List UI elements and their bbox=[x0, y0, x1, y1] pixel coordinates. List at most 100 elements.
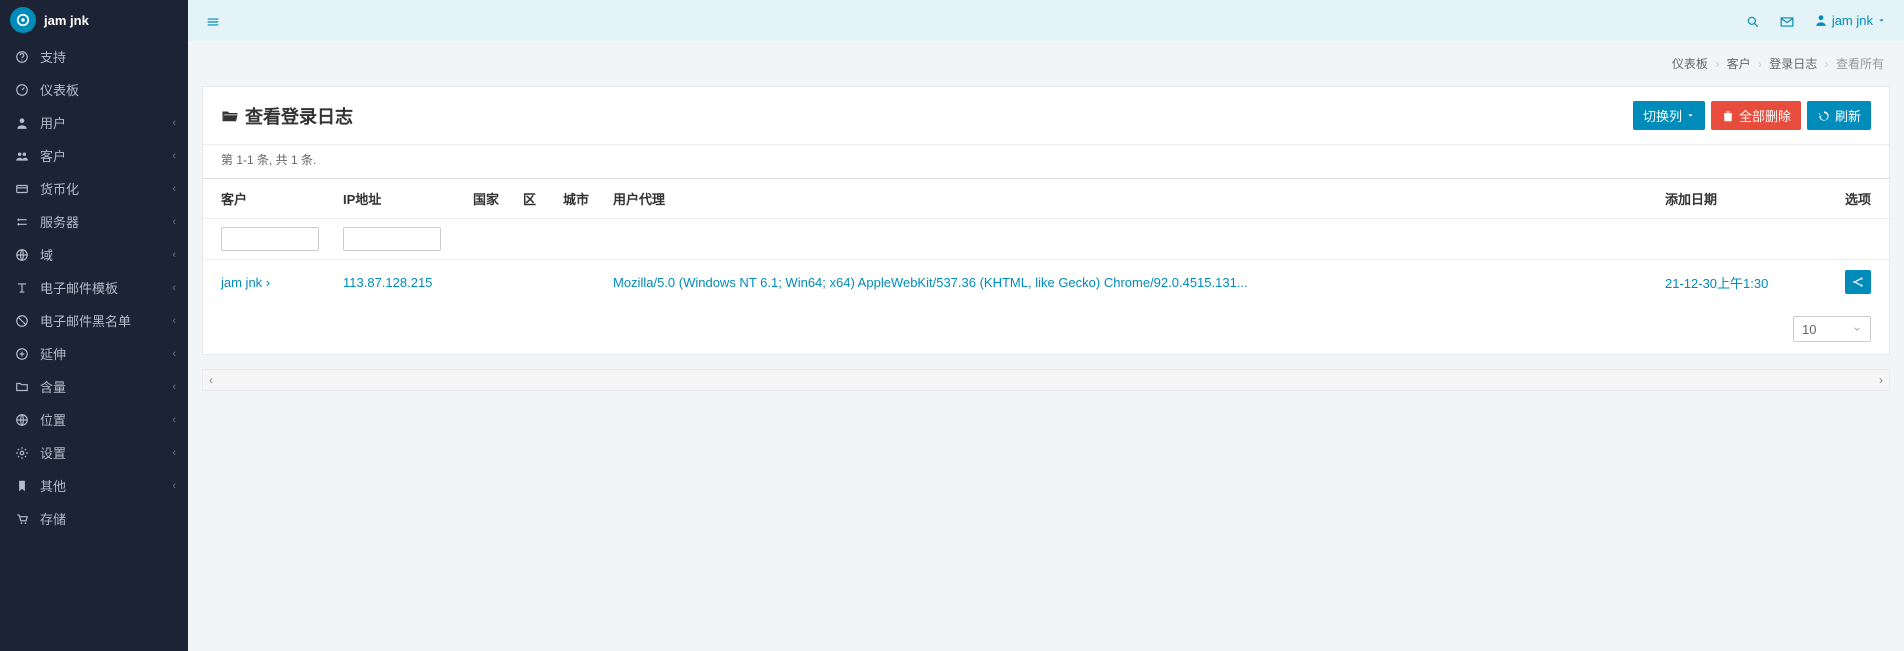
sidebar-item-1[interactable]: 仪表板 bbox=[0, 73, 188, 106]
cell-ip[interactable]: 113.87.128.215 bbox=[343, 275, 432, 290]
share-icon bbox=[1851, 275, 1865, 289]
sidebar-item-label: 用户 bbox=[40, 113, 66, 132]
sidebar-item-7[interactable]: 电子邮件模板 ‹ bbox=[0, 271, 188, 304]
breadcrumb: 仪表板 › 客户 › 登录日志 › 查看所有 bbox=[188, 41, 1904, 86]
globe-icon bbox=[12, 247, 32, 263]
trash-icon bbox=[1721, 109, 1735, 123]
question-circle-icon bbox=[12, 49, 32, 65]
row-share-button[interactable] bbox=[1845, 270, 1871, 294]
sidebar-item-label: 服务器 bbox=[40, 212, 79, 231]
sidebar-item-10[interactable]: 含量 ‹ bbox=[0, 370, 188, 403]
brand[interactable]: jam jnk bbox=[0, 0, 188, 40]
cell-customer-link[interactable]: jam jnk › bbox=[221, 275, 270, 290]
folder-open-icon bbox=[221, 107, 239, 125]
cart-icon bbox=[12, 511, 32, 527]
th-ip[interactable]: IP地址 bbox=[333, 179, 463, 219]
sidebar-item-9[interactable]: 延伸‹ bbox=[0, 337, 188, 370]
cell-country bbox=[463, 260, 513, 305]
cell-area bbox=[513, 260, 553, 305]
th-country[interactable]: 国家 bbox=[463, 179, 513, 219]
sidebar: jam jnk 支持仪表板用户‹客户‹货币化‹服务器‹域‹电子邮件模板‹电子邮件… bbox=[0, 0, 188, 651]
user-menu-label: jam jnk bbox=[1832, 13, 1873, 28]
sidebar-item-label: 存储 bbox=[40, 509, 66, 528]
toggle-columns-button[interactable]: 切换列 bbox=[1633, 101, 1705, 130]
login-log-table: 客户 IP地址 国家 区 城市 用户代理 添加日期 选项 jam jnk › 11… bbox=[203, 178, 1889, 304]
sidebar-item-14[interactable]: 存储 bbox=[0, 502, 188, 535]
scroll-left-icon[interactable]: ‹ bbox=[203, 373, 219, 387]
sidebar-item-8[interactable]: 电子邮件黑名单‹ bbox=[0, 304, 188, 337]
sidebar-item-3[interactable]: 客户‹ bbox=[0, 139, 188, 172]
th-city[interactable]: 城市 bbox=[553, 179, 603, 219]
sidebar-item-2[interactable]: 用户 ‹ bbox=[0, 106, 188, 139]
chevron-left-icon: ‹ bbox=[172, 150, 176, 162]
mail-icon[interactable] bbox=[1780, 12, 1794, 28]
page-size-select[interactable]: 10 bbox=[1793, 316, 1871, 342]
scroll-right-icon[interactable]: › bbox=[1873, 373, 1889, 387]
chevron-left-icon: ‹ bbox=[172, 282, 176, 294]
sidebar-toggle-icon[interactable] bbox=[206, 12, 220, 28]
chevron-left-icon: ‹ bbox=[172, 480, 176, 492]
user-menu[interactable]: jam jnk bbox=[1814, 13, 1886, 28]
sidebar-item-label: 其他 bbox=[40, 476, 66, 495]
search-icon[interactable] bbox=[1746, 12, 1760, 28]
text-icon bbox=[12, 280, 32, 296]
bookmark-icon bbox=[12, 478, 32, 494]
caret-down-icon bbox=[1686, 111, 1695, 120]
page-title: 查看登录日志 bbox=[221, 103, 353, 129]
sidebar-item-label: 位置 bbox=[40, 410, 66, 429]
chevron-left-icon: ‹ bbox=[172, 183, 176, 195]
cell-date: 21-12-30上午1:30 bbox=[1665, 276, 1768, 291]
chevron-down-icon bbox=[1877, 16, 1886, 25]
sidebar-item-12[interactable]: 设置 ‹ bbox=[0, 436, 188, 469]
sidebar-item-label: 含量 bbox=[40, 377, 66, 396]
globe-icon bbox=[12, 412, 32, 428]
sidebar-item-label: 仪表板 bbox=[40, 80, 79, 99]
dashboard-icon bbox=[12, 82, 32, 98]
horizontal-scrollbar[interactable]: ‹ › bbox=[202, 369, 1890, 391]
filter-ip-input[interactable] bbox=[343, 227, 441, 251]
server-icon bbox=[12, 214, 32, 230]
sidebar-item-label: 货币化 bbox=[40, 179, 79, 198]
breadcrumb-dashboard[interactable]: 仪表板 bbox=[1672, 57, 1708, 71]
panel-header: 查看登录日志 切换列 全部删除 刷新 bbox=[203, 87, 1889, 145]
sidebar-item-6[interactable]: 域‹ bbox=[0, 238, 188, 271]
chevron-left-icon: ‹ bbox=[172, 216, 176, 228]
chevron-left-icon: ‹ bbox=[172, 414, 176, 426]
refresh-icon bbox=[1817, 109, 1831, 123]
th-date[interactable]: 添加日期 bbox=[1655, 179, 1835, 219]
chevron-left-icon: ‹ bbox=[172, 348, 176, 360]
sidebar-item-4[interactable]: 货币化 ‹ bbox=[0, 172, 188, 205]
credit-card-icon bbox=[12, 181, 32, 197]
th-options: 选项 bbox=[1835, 179, 1889, 219]
delete-all-button[interactable]: 全部删除 bbox=[1711, 101, 1801, 130]
topbar: jam jnk bbox=[188, 0, 1904, 41]
gear-icon bbox=[12, 445, 32, 461]
table-row: jam jnk › 113.87.128.215 Mozilla/5.0 (Wind… bbox=[203, 260, 1889, 305]
cell-ua: Mozilla/5.0 (Windows NT 6.1; Win64; x64)… bbox=[613, 275, 1248, 290]
filter-customer-input[interactable] bbox=[221, 227, 319, 251]
sidebar-item-11[interactable]: 位置 ‹ bbox=[0, 403, 188, 436]
plus-circle-icon bbox=[12, 346, 32, 362]
sidebar-item-0[interactable]: 支持 bbox=[0, 40, 188, 73]
chevron-left-icon: ‹ bbox=[172, 117, 176, 129]
ban-icon bbox=[12, 313, 32, 329]
th-area[interactable]: 区 bbox=[513, 179, 553, 219]
sidebar-item-5[interactable]: 服务器 ‹ bbox=[0, 205, 188, 238]
th-ua[interactable]: 用户代理 bbox=[603, 179, 1655, 219]
breadcrumb-customers[interactable]: 客户 bbox=[1727, 57, 1751, 71]
th-customer[interactable]: 客户 bbox=[203, 179, 333, 219]
sidebar-item-13[interactable]: 其他 ‹ bbox=[0, 469, 188, 502]
users-icon bbox=[12, 148, 32, 164]
sidebar-item-label: 电子邮件模板 bbox=[40, 278, 118, 297]
brand-name: jam jnk bbox=[44, 13, 89, 28]
sidebar-item-label: 设置 bbox=[40, 443, 66, 462]
result-summary: 第 1-1 条, 共 1 条. bbox=[203, 145, 1889, 178]
chevron-left-icon: ‹ bbox=[172, 315, 176, 327]
brand-logo-icon bbox=[10, 7, 36, 33]
chevron-left-icon: ‹ bbox=[172, 447, 176, 459]
cell-city bbox=[553, 260, 603, 305]
chevron-left-icon: ‹ bbox=[172, 381, 176, 393]
refresh-button[interactable]: 刷新 bbox=[1807, 101, 1871, 130]
folder-icon bbox=[12, 379, 32, 395]
breadcrumb-login-log[interactable]: 登录日志 bbox=[1769, 57, 1817, 71]
